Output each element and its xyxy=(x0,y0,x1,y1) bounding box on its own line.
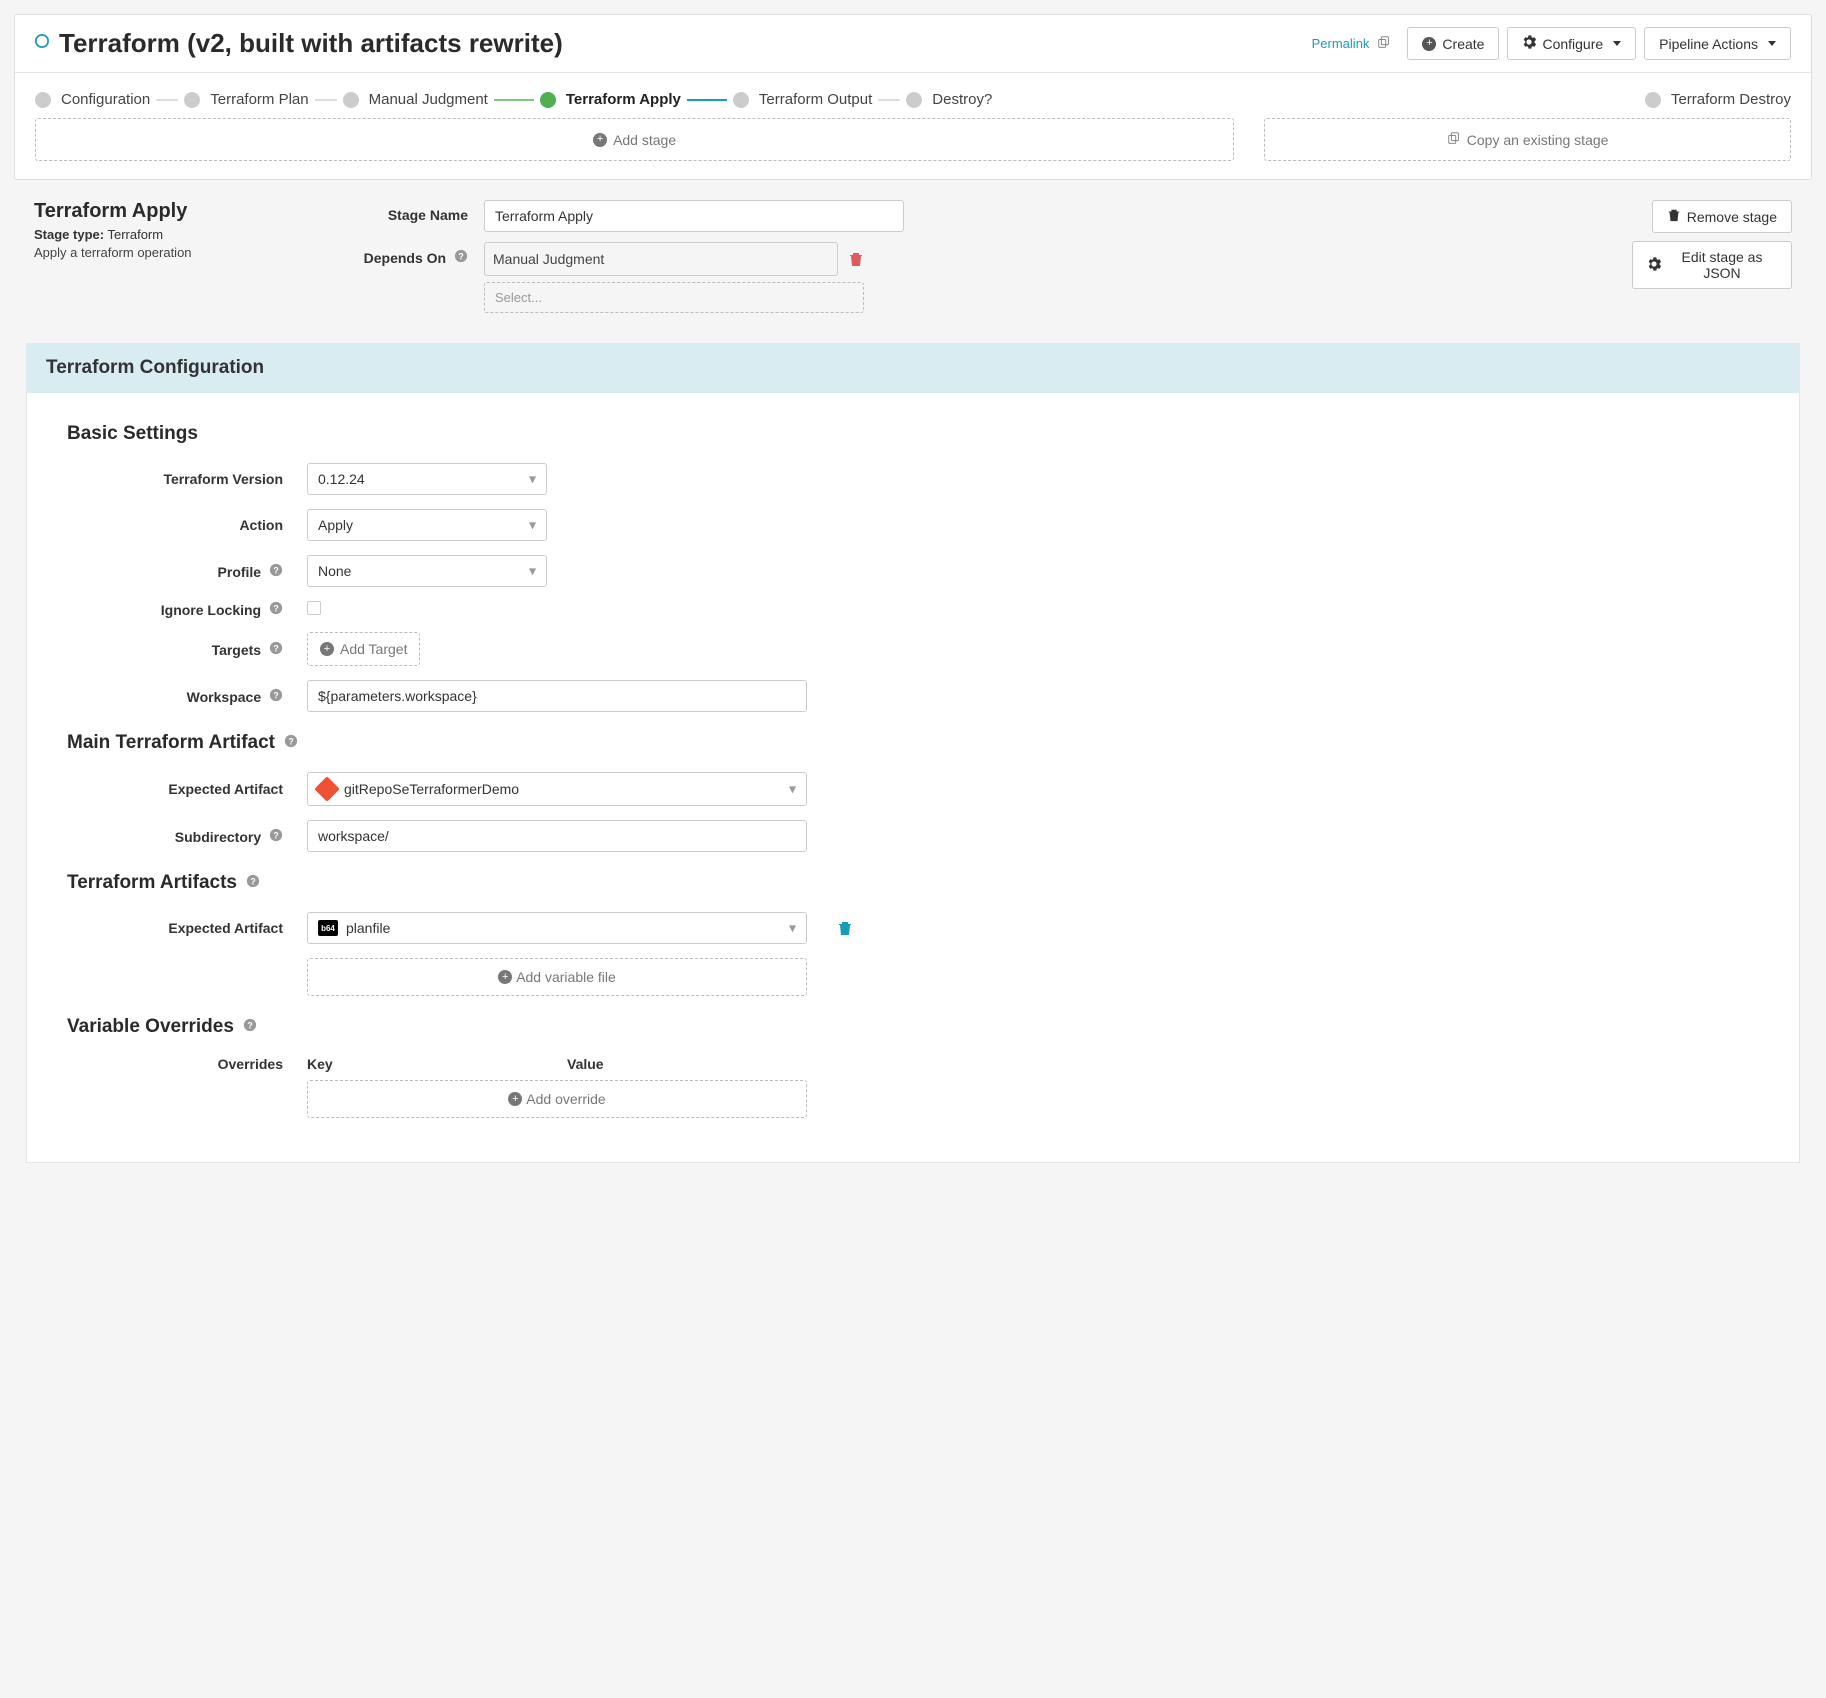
value-column-header: Value xyxy=(567,1056,807,1072)
main-artifact-heading: Main Terraform Artifact ? xyxy=(67,732,1759,754)
copy-icon xyxy=(1447,131,1461,148)
basic-settings-heading: Basic Settings xyxy=(67,423,1759,445)
remove-stage-button[interactable]: Remove stage xyxy=(1652,200,1792,233)
key-column-header: Key xyxy=(307,1056,547,1072)
stage-type-label: Stage type: xyxy=(34,227,104,242)
permalink-link[interactable]: Permalink xyxy=(1312,36,1370,51)
stage-description: Apply a terraform operation xyxy=(34,245,314,260)
stages-progress: Configuration Terraform Plan Manual Judg… xyxy=(15,73,1811,118)
stage-configuration[interactable]: Configuration xyxy=(35,91,150,108)
subdirectory-input[interactable] xyxy=(307,820,807,852)
help-icon[interactable]: ? xyxy=(454,251,468,266)
permalink-copy-icon[interactable] xyxy=(1377,35,1391,52)
configure-button[interactable]: Configure xyxy=(1507,27,1636,60)
action-select[interactable]: Apply ▾ xyxy=(307,509,547,541)
add-target-button[interactable]: + Add Target xyxy=(307,632,420,666)
expected-artifact-label: Expected Artifact xyxy=(67,781,307,797)
tf-version-label: Terraform Version xyxy=(67,471,307,487)
stage-type-value: Terraform xyxy=(107,227,163,242)
svg-text:?: ? xyxy=(273,830,278,840)
workspace-label: Workspace ? xyxy=(67,688,307,705)
pipeline-actions-button[interactable]: Pipeline Actions xyxy=(1644,27,1791,60)
help-icon[interactable]: ? xyxy=(269,643,283,658)
stage-terraform-destroy[interactable]: Terraform Destroy xyxy=(1645,91,1791,108)
svg-text:?: ? xyxy=(458,252,463,262)
git-icon xyxy=(314,776,339,801)
ignore-locking-label: Ignore Locking ? xyxy=(67,601,307,618)
help-icon[interactable]: ? xyxy=(269,830,283,845)
stage-terraform-plan[interactable]: Terraform Plan xyxy=(184,91,308,108)
overrides-label: Overrides xyxy=(67,1056,307,1072)
help-icon[interactable]: ? xyxy=(246,876,260,891)
profile-select[interactable]: None ▾ xyxy=(307,555,547,587)
depends-on-select[interactable]: Select... xyxy=(484,282,864,313)
main-artifact-select[interactable]: gitRepoSeTerraformerDemo ▾ xyxy=(307,772,807,806)
stage-title: Terraform Apply xyxy=(34,200,314,223)
plus-icon: + xyxy=(1422,37,1436,51)
expected-artifact-label-2: Expected Artifact xyxy=(67,920,307,936)
trash-icon xyxy=(1667,208,1681,225)
create-button[interactable]: + Create xyxy=(1407,27,1499,60)
profile-label: Profile ? xyxy=(67,563,307,580)
svg-text:?: ? xyxy=(289,737,294,747)
action-label: Action xyxy=(67,517,307,533)
depends-on-value[interactable]: Manual Judgment xyxy=(484,242,838,276)
chevron-down-icon: ▾ xyxy=(529,517,536,534)
help-icon[interactable]: ? xyxy=(269,565,283,580)
stage-name-label: Stage Name xyxy=(354,200,484,223)
plus-icon: + xyxy=(498,970,512,984)
gear-icon xyxy=(1522,35,1536,52)
variable-overrides-heading: Variable Overrides ? xyxy=(67,1016,1759,1038)
stage-destroy[interactable]: Destroy? xyxy=(906,91,992,108)
svg-text:?: ? xyxy=(247,1021,252,1031)
svg-text:?: ? xyxy=(251,877,256,887)
edit-json-button[interactable]: Edit stage as JSON xyxy=(1632,241,1792,289)
svg-text:?: ? xyxy=(273,565,278,575)
tf-version-select[interactable]: 0.12.24 ▾ xyxy=(307,463,547,495)
add-variable-file-button[interactable]: + Add variable file xyxy=(307,958,807,996)
stage-manual-judgment[interactable]: Manual Judgment xyxy=(343,91,488,108)
plus-icon: + xyxy=(593,133,607,147)
stage-terraform-output[interactable]: Terraform Output xyxy=(733,91,872,108)
ignore-locking-checkbox[interactable] xyxy=(307,601,321,615)
remove-artifact-button[interactable] xyxy=(837,920,853,936)
pipeline-title: Terraform (v2, built with artifacts rewr… xyxy=(59,28,563,59)
caret-down-icon xyxy=(1768,41,1776,46)
chevron-down-icon: ▾ xyxy=(529,471,536,488)
depends-on-label: Depends On ? xyxy=(354,242,484,266)
copy-stage-button[interactable]: Copy an existing stage xyxy=(1264,118,1791,161)
targets-label: Targets ? xyxy=(67,641,307,658)
subdirectory-label: Subdirectory ? xyxy=(67,828,307,845)
plus-icon: + xyxy=(320,642,334,656)
chevron-down-icon: ▾ xyxy=(529,563,536,580)
tf-artifact-select[interactable]: b64 planfile ▾ xyxy=(307,912,807,944)
chevron-down-icon: ▾ xyxy=(789,781,796,798)
help-icon[interactable]: ? xyxy=(269,690,283,705)
workspace-input[interactable] xyxy=(307,680,807,712)
add-stage-button[interactable]: + Add stage xyxy=(35,118,1234,161)
plus-icon: + xyxy=(508,1092,522,1106)
help-icon[interactable]: ? xyxy=(269,603,283,618)
svg-text:?: ? xyxy=(273,690,278,700)
gear-icon xyxy=(1647,257,1661,274)
add-override-button[interactable]: + Add override xyxy=(307,1080,807,1118)
svg-text:?: ? xyxy=(273,604,278,614)
terraform-config-header: Terraform Configuration xyxy=(26,343,1800,393)
stage-terraform-apply[interactable]: Terraform Apply xyxy=(540,91,681,108)
help-icon[interactable]: ? xyxy=(243,1020,257,1035)
pipeline-header: Terraform (v2, built with artifacts rewr… xyxy=(15,15,1811,73)
tf-artifacts-heading: Terraform Artifacts ? xyxy=(67,872,1759,894)
stage-name-input[interactable] xyxy=(484,200,904,232)
remove-dependency-button[interactable] xyxy=(848,251,864,267)
collapse-toggle-icon[interactable] xyxy=(35,34,49,53)
b64-icon: b64 xyxy=(318,920,338,936)
chevron-down-icon: ▾ xyxy=(789,920,796,937)
caret-down-icon xyxy=(1613,41,1621,46)
help-icon[interactable]: ? xyxy=(284,736,298,751)
svg-text:?: ? xyxy=(273,643,278,653)
